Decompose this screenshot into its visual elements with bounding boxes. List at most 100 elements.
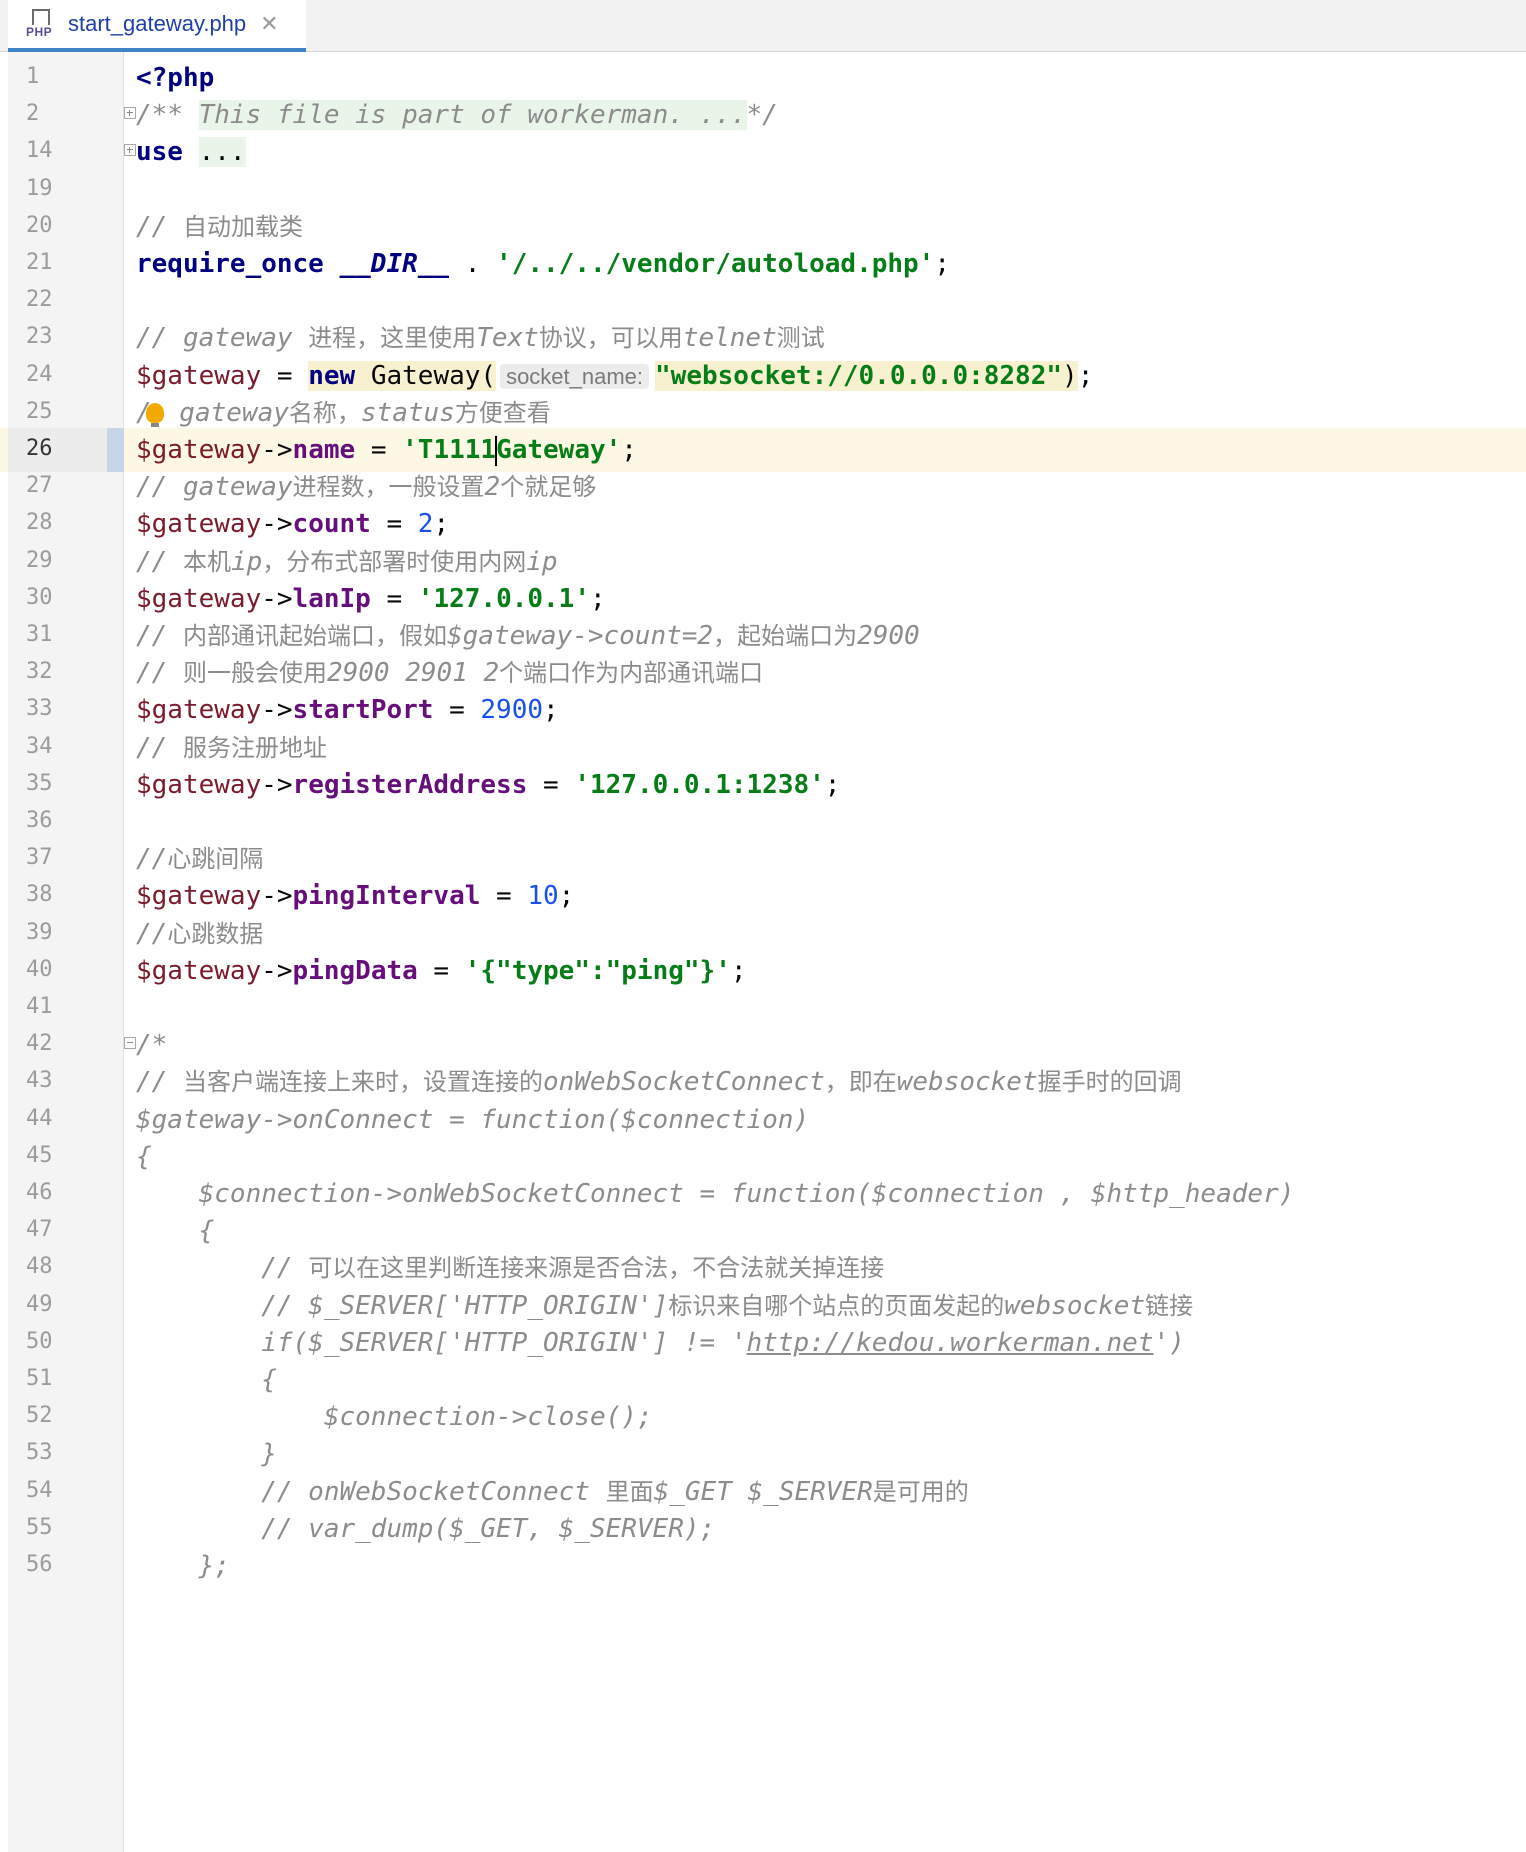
code-token: ;	[824, 769, 841, 800]
code-token: ->	[261, 955, 293, 986]
code-token: status	[360, 397, 455, 428]
code-token: ->	[261, 769, 293, 800]
code-token: 测试	[776, 324, 825, 353]
code-token: lanIp	[292, 583, 371, 614]
line-number: 36	[26, 808, 53, 833]
code-token: ;	[1077, 360, 1094, 391]
code-token: //	[136, 918, 168, 949]
code-token: 10	[527, 881, 559, 912]
line-number: 48	[26, 1254, 53, 1280]
line-number: 29	[26, 547, 53, 573]
code-token: {	[136, 1365, 277, 1395]
code-token: ，分布式部署时使用内网	[262, 547, 527, 576]
code-token: =	[527, 769, 575, 800]
code-token: // var_dump($_GET, $_SERVER);	[136, 1513, 716, 1544]
code-token: '/../../vendor/autoload.php'	[496, 249, 935, 279]
code-token: =	[370, 509, 418, 540]
line-number: 33	[26, 696, 53, 722]
line-number: 45	[26, 1142, 53, 1168]
line-number: 19	[26, 175, 53, 201]
editor-tab-bar: PHP start_gateway.php ✕	[0, 0, 1526, 52]
code-token: 进程，这里使用	[308, 324, 477, 353]
line-number: 40	[26, 956, 53, 982]
code-token: */	[746, 100, 778, 131]
tab-start-gateway[interactable]: PHP start_gateway.php ✕	[8, 0, 306, 52]
code-token: $gateway	[136, 695, 262, 726]
code-token: ->	[261, 435, 293, 465]
code-token: $gateway	[136, 435, 262, 465]
code-token: };	[136, 1551, 230, 1581]
code-token: 里面	[605, 1477, 654, 1506]
code-text: // 本机ip，分布式部署时使用内网ip	[136, 546, 558, 578]
line-number-cell[interactable]: 56	[8, 1544, 124, 1588]
code-token: ，起始端口为	[713, 622, 858, 650]
code-token: =	[370, 583, 418, 614]
code-token: =	[261, 360, 309, 391]
code-token: )	[1062, 360, 1078, 391]
code-token: websocket	[1004, 1290, 1146, 1321]
line-number: 56	[26, 1552, 53, 1577]
code-token: 个就足够	[500, 473, 597, 502]
line-number: 50	[26, 1328, 53, 1354]
line-number: 22	[26, 287, 53, 313]
code-token: ;	[934, 249, 950, 279]
code-token: //	[136, 1253, 309, 1284]
fold-expand-icon[interactable]	[124, 144, 136, 157]
fold-collapse-icon[interactable]	[124, 1037, 136, 1050]
code-text: // 当客户端连接上来时，设置连接的onWebSocketConnect，即在w…	[136, 1066, 1182, 1098]
line-number: 1	[26, 64, 40, 89]
code-text: {	[136, 1141, 152, 1173]
code-token: ;	[589, 583, 606, 614]
php-file-icon: PHP	[26, 9, 58, 39]
tab-title: start_gateway.php	[68, 11, 247, 36]
code-token: 标识来自哪个站点的页面发起的	[668, 1291, 1005, 1320]
code-token: // gateway	[136, 323, 309, 354]
line-number: 27	[26, 473, 53, 499]
code-token: 本机	[182, 547, 231, 576]
code-text: / gateway名称，status方便查看	[136, 397, 551, 429]
fold-expand-icon[interactable]	[124, 107, 136, 120]
code-token: registerAddress	[292, 769, 528, 800]
code-token: .	[449, 249, 497, 279]
code-token: 2	[484, 472, 501, 503]
line-number: 23	[26, 324, 53, 350]
code-token: /**	[136, 100, 199, 131]
code-text: $connection->onWebSocketConnect = functi…	[136, 1178, 1295, 1210]
code-token: 协议，可以用	[538, 324, 683, 353]
code-token: new	[308, 360, 356, 391]
code-token: //	[136, 658, 183, 689]
code-text: $gateway->onConnect = function($connecti…	[136, 1104, 809, 1136]
code-token: http://kedou.workerman.net	[746, 1327, 1154, 1358]
code-text: // onWebSocketConnect 里面$_GET $_SERVER是可…	[136, 1476, 969, 1508]
code-token: <?php	[136, 63, 215, 93]
code-token: Text	[476, 323, 539, 354]
code-token: // $_SERVER['HTTP_ORIGIN']	[136, 1290, 669, 1321]
code-token: // gateway	[136, 472, 293, 503]
code-token: websocket	[896, 1067, 1038, 1098]
code-text: // gateway 进程，这里使用Text协议，可以用telnet测试	[136, 322, 825, 354]
code-token: ip	[526, 546, 558, 577]
code-token: {	[136, 1216, 215, 1247]
line-number: 39	[26, 919, 53, 945]
line-number: 25	[26, 398, 53, 424]
code-text: //心跳数据	[136, 918, 263, 950]
parameter-hint: socket_name:	[500, 363, 650, 389]
code-token: 自动加载类	[182, 212, 303, 241]
code-token: require_once	[136, 249, 324, 279]
code-line[interactable]: 56 };	[0, 1544, 1526, 1588]
code-token: 2900 2901 2	[326, 658, 500, 689]
line-number: 42	[26, 1031, 53, 1057]
code-token: pingData	[292, 955, 418, 986]
code-token: $connection->close();	[136, 1402, 653, 1433]
line-number: 32	[26, 659, 53, 685]
code-token: //	[136, 844, 168, 875]
code-token: 当客户端连接上来时，设置连接的	[182, 1068, 543, 1097]
code-token: //	[136, 732, 183, 763]
code-token: $gateway->onConnect = function($connecti…	[136, 1104, 810, 1135]
code-token: //	[136, 546, 183, 577]
code-token: /*	[136, 1030, 168, 1061]
close-icon[interactable]: ✕	[260, 11, 278, 37]
lightbulb-icon[interactable]	[145, 403, 164, 428]
line-number: 31	[26, 622, 53, 647]
